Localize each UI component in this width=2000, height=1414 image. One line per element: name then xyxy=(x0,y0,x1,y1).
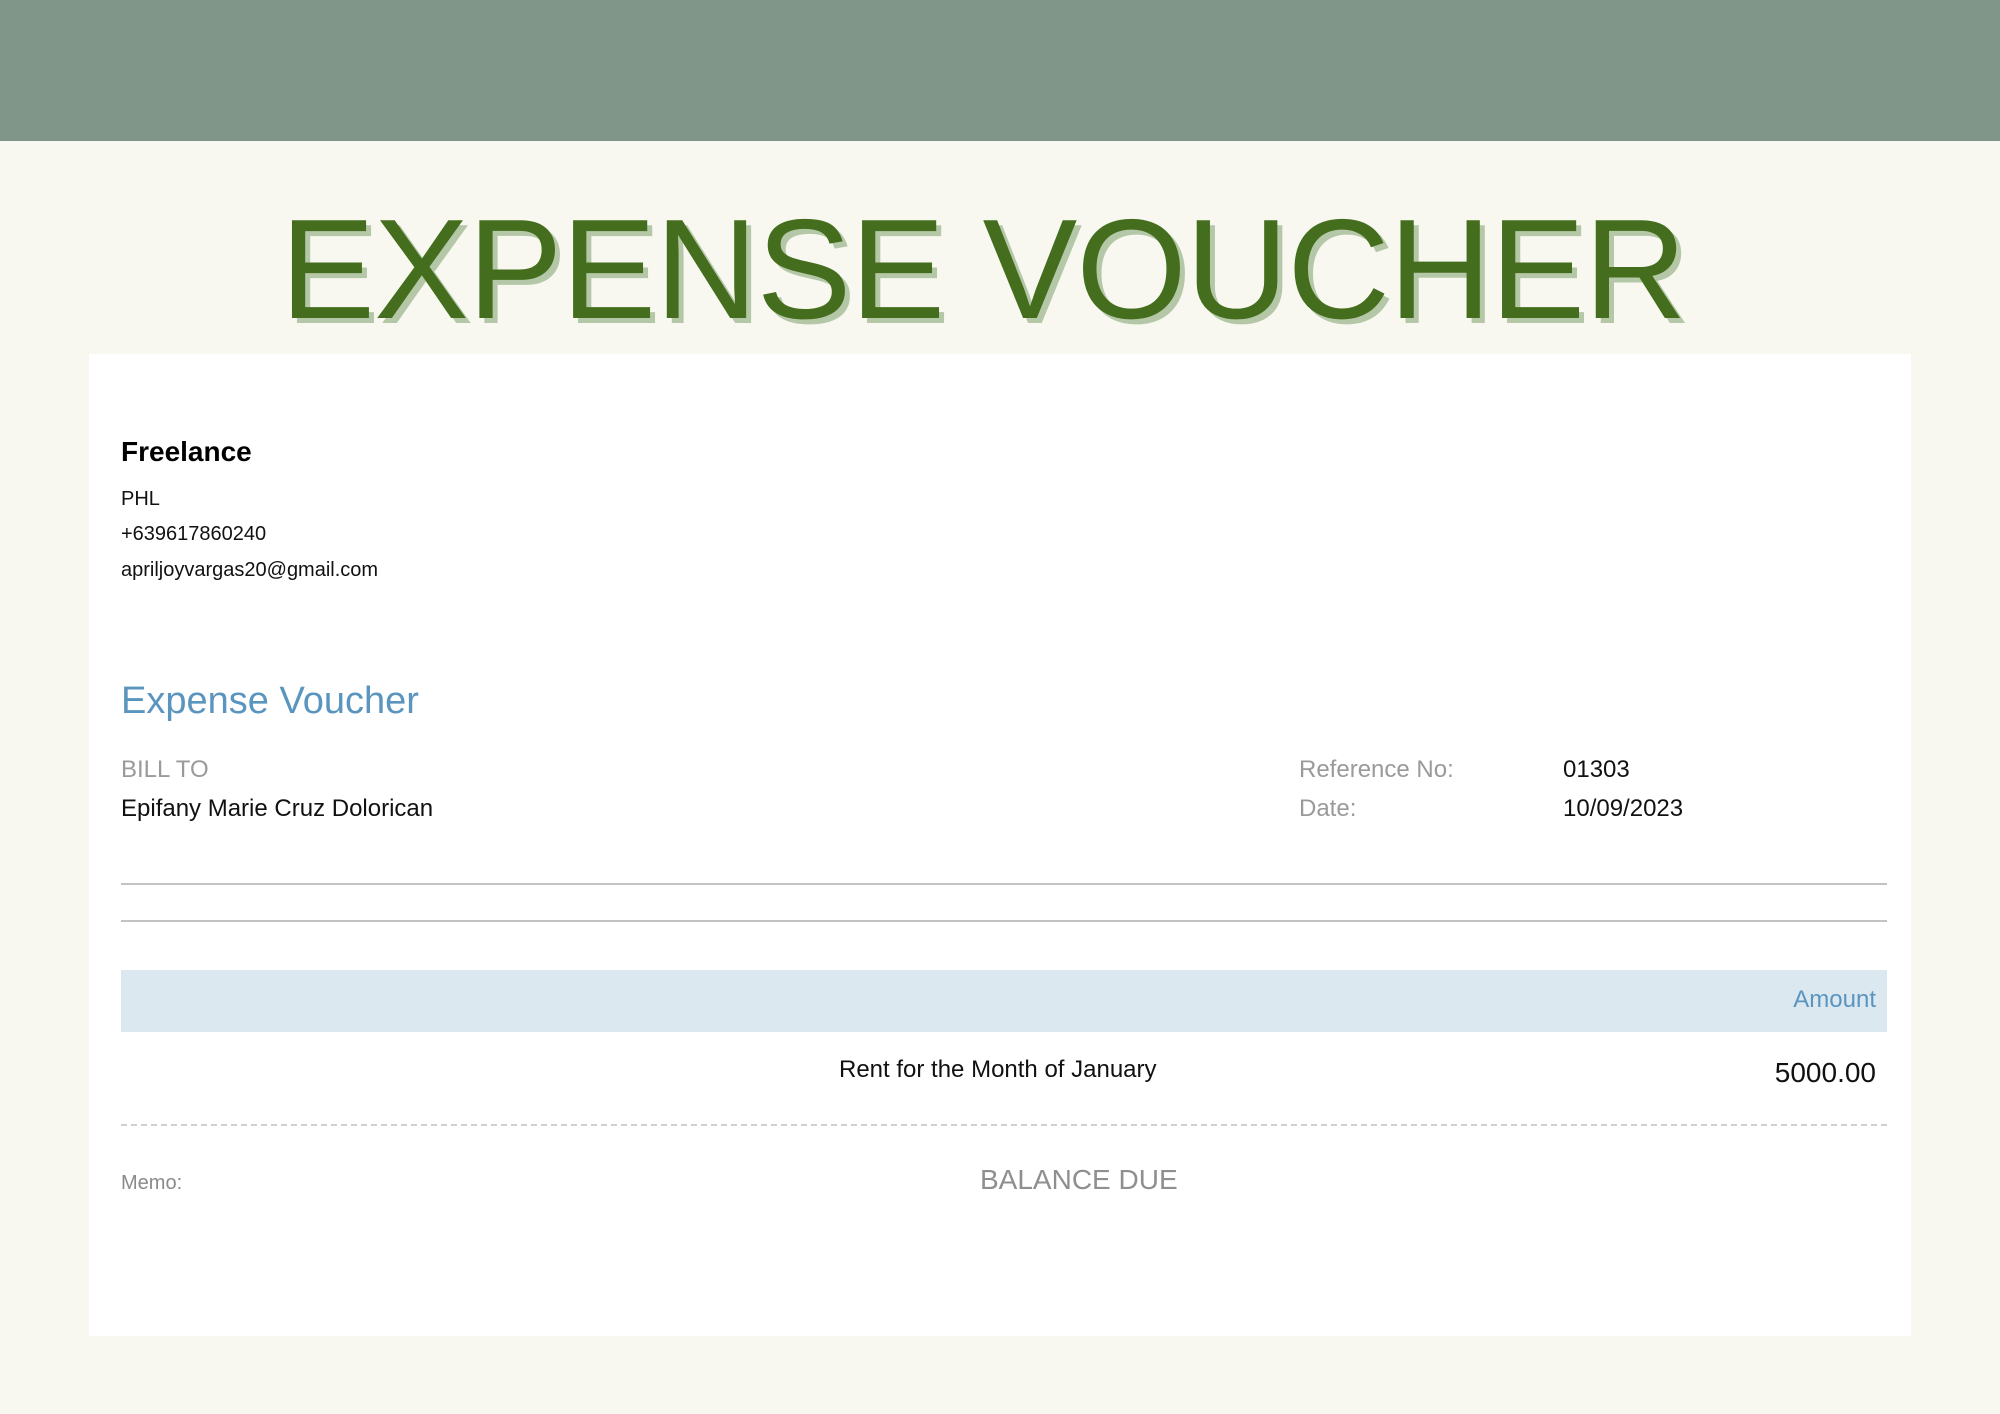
date-value: 10/09/2023 xyxy=(1563,795,1684,822)
amount-column-header: Amount xyxy=(1793,986,1876,1013)
page-title: EXPENSE VOUCHER xyxy=(280,190,1686,349)
table-header: Amount xyxy=(121,970,1887,1032)
line-item-description: Rent for the Month of January xyxy=(839,1056,1157,1083)
divider-top xyxy=(121,883,1887,885)
reference-label: Reference No: xyxy=(1299,756,1454,783)
dashed-divider xyxy=(121,1124,1887,1126)
voucher-card: Freelance PHL +639617860240 apriljoyvarg… xyxy=(89,354,1911,1336)
voucher-heading: Expense Voucher xyxy=(121,680,419,722)
bill-to-label: BILL TO xyxy=(121,756,209,783)
line-item-amount: 5000.00 xyxy=(1774,1057,1876,1088)
memo-label: Memo: xyxy=(121,1172,183,1194)
balance-due-label: BALANCE DUE xyxy=(980,1164,1178,1195)
top-banner xyxy=(0,0,2000,141)
company-location: PHL xyxy=(121,488,160,510)
company-phone: +639617860240 xyxy=(121,523,267,545)
company-email: apriljoyvargas20@gmail.com xyxy=(121,559,379,581)
bill-to-name: Epifany Marie Cruz Dolorican xyxy=(121,795,434,822)
date-label: Date: xyxy=(1299,795,1357,822)
divider-second xyxy=(121,920,1887,922)
company-name: Freelance xyxy=(121,436,252,467)
reference-value: 01303 xyxy=(1563,756,1630,783)
